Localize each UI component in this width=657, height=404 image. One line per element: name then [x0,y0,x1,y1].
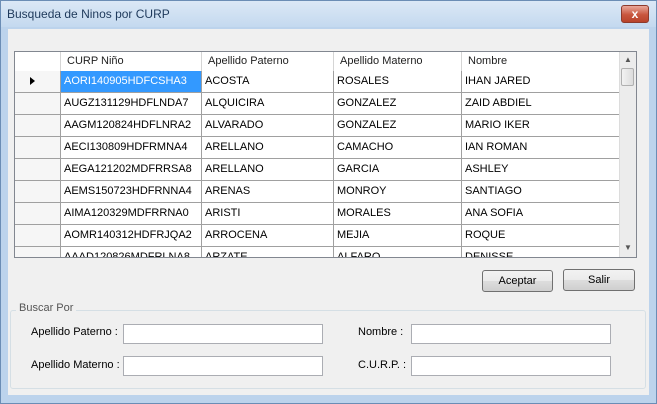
cell-apellido-paterno[interactable]: ARELLANO [202,137,334,158]
scrollbar-thumb[interactable] [621,68,634,86]
results-grid[interactable]: CURP Niño Apellido Paterno Apellido Mate… [14,51,637,258]
table-row[interactable]: AUGZ131129HDFLNDA7 ALQUICIRA GONZALEZ ZA… [15,93,619,115]
cell-apellido-materno[interactable]: GONZALEZ [334,93,462,114]
row-header[interactable] [15,71,61,92]
column-header-nombre[interactable]: Nombre [462,52,619,71]
cell-apellido-materno[interactable]: MORALES [334,203,462,224]
cell-curp[interactable]: AUGZ131129HDFLNDA7 [61,93,202,114]
table-row[interactable]: AIMA120329MDFRRNA0 ARISTI MORALES ANA SO… [15,203,619,225]
row-header[interactable] [15,137,61,158]
close-button[interactable]: x [621,5,649,23]
column-header-apellido-materno[interactable]: Apellido Materno [334,52,462,71]
cell-curp[interactable]: AAGM120824HDFLNRA2 [61,115,202,136]
row-header[interactable] [15,225,61,246]
cell-apellido-paterno[interactable]: ACOSTA [202,71,334,92]
table-row[interactable]: AOMR140312HDFRJQA2 ARROCENA MEJIA ROQUE [15,225,619,247]
apellido-paterno-input[interactable] [123,324,323,344]
apellido-paterno-label: Apellido Paterno : [31,326,118,338]
title-bar[interactable]: Busqueda de Ninos por CURP x [1,1,656,27]
cell-curp[interactable]: AEMS150723HDFRNNA4 [61,181,202,202]
row-header[interactable] [15,159,61,180]
cell-nombre[interactable]: SANTIAGO [462,181,619,202]
row-header[interactable] [15,115,61,136]
cell-apellido-paterno[interactable]: ARENAS [202,181,334,202]
row-header[interactable] [15,203,61,224]
scroll-down-icon[interactable]: ▼ [620,240,636,256]
row-header[interactable] [15,93,61,114]
cell-apellido-paterno[interactable]: ARZATE [202,247,334,257]
cell-apellido-materno[interactable]: MONROY [334,181,462,202]
vertical-scrollbar[interactable]: ▲ ▼ [619,52,636,257]
scroll-up-icon[interactable]: ▲ [620,52,636,68]
curp-input[interactable] [411,356,611,376]
cell-curp[interactable]: AEGA121202MDFRRSA8 [61,159,202,180]
cell-nombre[interactable]: MARIO IKER [462,115,619,136]
cell-apellido-paterno[interactable]: ALVARADO [202,115,334,136]
cell-apellido-paterno[interactable]: ARISTI [202,203,334,224]
cell-curp[interactable]: AOMR140312HDFRJQA2 [61,225,202,246]
cell-nombre[interactable]: IAN ROMAN [462,137,619,158]
cell-nombre[interactable]: ASHLEY [462,159,619,180]
search-group-label: Buscar Por [16,302,77,314]
cell-apellido-materno[interactable]: GARCIA [334,159,462,180]
apellido-materno-label: Apellido Materno : [31,359,120,371]
nombre-input[interactable] [411,324,611,344]
cell-curp[interactable]: AORI140905HDFCSHA3 [61,71,202,92]
cell-curp[interactable]: AECI130809HDFRMNA4 [61,137,202,158]
row-header[interactable] [15,181,61,202]
table-row[interactable]: AEGA121202MDFRRSA8 ARELLANO GARCIA ASHLE… [15,159,619,181]
cell-apellido-paterno[interactable]: ARELLANO [202,159,334,180]
aceptar-button[interactable]: Aceptar [482,270,553,292]
cell-nombre[interactable]: ZAID ABDIEL [462,93,619,114]
cell-nombre[interactable]: IHAN JARED [462,71,619,92]
cell-apellido-paterno[interactable]: ALQUICIRA [202,93,334,114]
grid-header: CURP Niño Apellido Paterno Apellido Mate… [15,52,619,72]
column-header-apellido-paterno[interactable]: Apellido Paterno [202,52,334,71]
curp-label: C.U.R.P. : [358,359,407,371]
cell-apellido-materno[interactable]: GONZALEZ [334,115,462,136]
cell-apellido-materno[interactable]: MEJIA [334,225,462,246]
cell-apellido-materno[interactable]: ROSALES [334,71,462,92]
table-row[interactable]: AAAD120826MDFRLNA8 ARZATE ALFARO DENISSE [15,247,619,257]
search-groupbox [10,310,646,389]
cell-apellido-materno[interactable]: ALFARO [334,247,462,257]
row-header[interactable] [15,247,61,257]
table-row[interactable]: AEMS150723HDFRNNA4 ARENAS MONROY SANTIAG… [15,181,619,203]
current-row-arrow-icon [30,77,35,85]
window-title: Busqueda de Ninos por CURP [7,7,170,21]
cell-apellido-materno[interactable]: CAMACHO [334,137,462,158]
table-row[interactable]: AAGM120824HDFLNRA2 ALVARADO GONZALEZ MAR… [15,115,619,137]
table-row[interactable]: AECI130809HDFRMNA4 ARELLANO CAMACHO IAN … [15,137,619,159]
cell-curp[interactable]: AIMA120329MDFRRNA0 [61,203,202,224]
cell-nombre[interactable]: ROQUE [462,225,619,246]
apellido-materno-input[interactable] [123,356,323,376]
cell-nombre[interactable]: DENISSE [462,247,619,257]
salir-button[interactable]: Salir [563,269,635,291]
column-header-curp[interactable]: CURP Niño [61,52,202,71]
row-header-corner [15,52,61,71]
cell-apellido-paterno[interactable]: ARROCENA [202,225,334,246]
nombre-label: Nombre : [358,326,404,338]
cell-nombre[interactable]: ANA SOFIA [462,203,619,224]
cell-curp[interactable]: AAAD120826MDFRLNA8 [61,247,202,257]
table-row[interactable]: AORI140905HDFCSHA3 ACOSTA ROSALES IHAN J… [15,71,619,93]
